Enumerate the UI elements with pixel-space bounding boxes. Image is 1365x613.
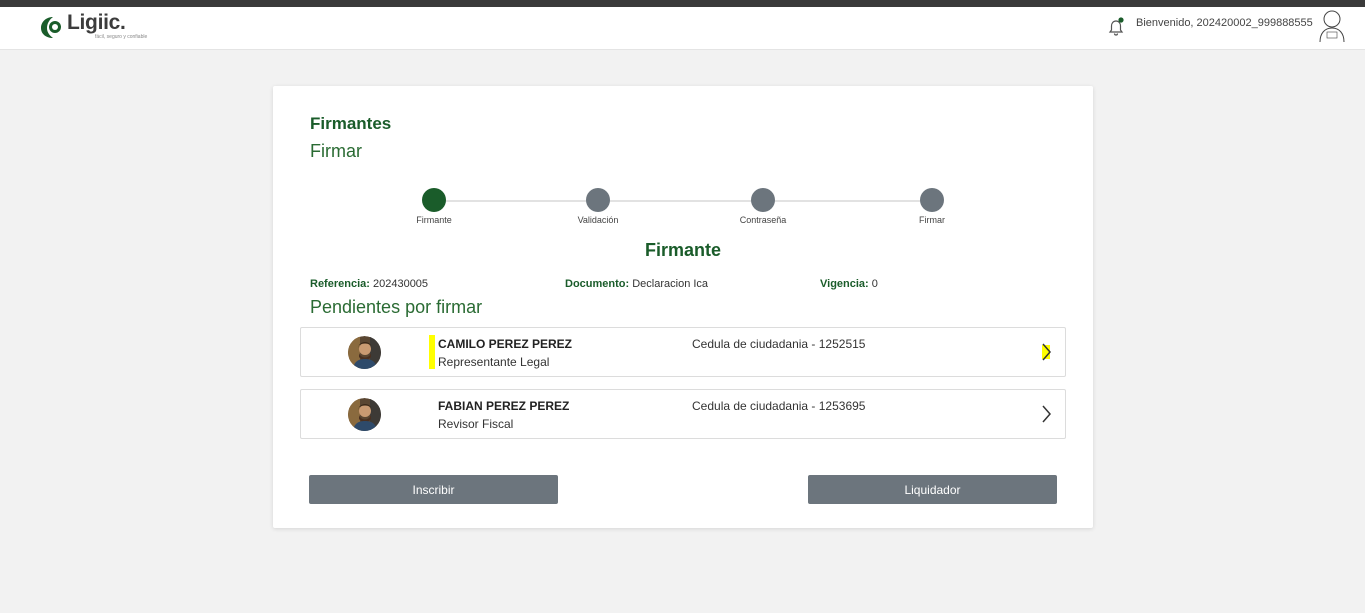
meta-value: 0 (871, 278, 878, 290)
signer-row[interactable]: CAMILO PEREZ PEREZ Representante Legal C… (300, 327, 1066, 377)
meta-label: Referencia: (310, 278, 370, 290)
meta-vigencia: Vigencia: 0 (820, 278, 878, 290)
logo[interactable]: Ligiic. fácil, seguro y confiable (40, 11, 160, 44)
logo-tagline: fácil, seguro y confiable (95, 34, 148, 40)
stepper-line (433, 200, 933, 202)
step-dot (586, 188, 610, 212)
step-label: Firmante (416, 215, 452, 225)
meta-label: Vigencia: (820, 278, 869, 290)
liquidador-button[interactable]: Liquidador (808, 475, 1057, 504)
inscribir-button[interactable]: Inscribir (309, 475, 558, 504)
signer-avatar (348, 398, 381, 431)
step-label: Contraseña (739, 215, 787, 225)
step-validacion: Validación (558, 188, 638, 225)
step-dot (920, 188, 944, 212)
signer-role: Representante Legal (438, 355, 550, 369)
signer-row[interactable]: FABIAN PEREZ PEREZ Revisor Fiscal Cedula… (300, 389, 1066, 439)
meta-value: 202430005 (372, 278, 429, 290)
progress-stepper: Firmante Validación Contraseña Firmar (413, 188, 953, 228)
logo-mark-icon (41, 17, 61, 38)
step-dot (751, 188, 775, 212)
section-title: Firmante (644, 240, 722, 260)
step-label: Validación (577, 215, 619, 225)
logo-text: Ligiic. (67, 11, 126, 34)
chevron-right-icon[interactable] (1039, 342, 1053, 362)
top-strip (0, 0, 1365, 7)
bell-icon[interactable] (1108, 17, 1124, 37)
step-firmante: Firmante (394, 188, 474, 225)
step-label: Firmar (919, 215, 945, 225)
pending-title: Pendientes por firmar (310, 297, 483, 317)
welcome-text: Bienvenido, 202420002_999888555 (1136, 17, 1313, 29)
highlight-bar (429, 335, 435, 369)
meta-documento: Documento: Declaracion Ica (565, 278, 708, 290)
step-firmar: Firmar (892, 188, 972, 225)
signer-role: Revisor Fiscal (438, 417, 514, 431)
signer-name: FABIAN PEREZ PEREZ (438, 399, 570, 413)
step-dot (422, 188, 446, 212)
signer-document: Cedula de ciudadania - 1253695 (692, 399, 866, 413)
meta-value: Declaracion Ica (632, 278, 709, 290)
signer-avatar (348, 336, 381, 369)
signer-document: Cedula de ciudadania - 1252515 (692, 337, 866, 351)
user-avatar-icon[interactable] (1318, 9, 1346, 43)
page-title: Firmantes (310, 114, 392, 133)
signer-name: CAMILO PEREZ PEREZ (438, 337, 573, 351)
signers-card: Firmantes Firmar Firmante Validación Con… (273, 86, 1093, 528)
app-header: Ligiic. fácil, seguro y confiable Bienve… (0, 7, 1365, 50)
meta-referencia: Referencia: 202430005 (310, 278, 428, 290)
step-contrasena: Contraseña (723, 188, 803, 225)
meta-label: Documento: (565, 278, 630, 290)
page-subtitle: Firmar (310, 141, 362, 161)
chevron-right-icon[interactable] (1039, 404, 1053, 424)
